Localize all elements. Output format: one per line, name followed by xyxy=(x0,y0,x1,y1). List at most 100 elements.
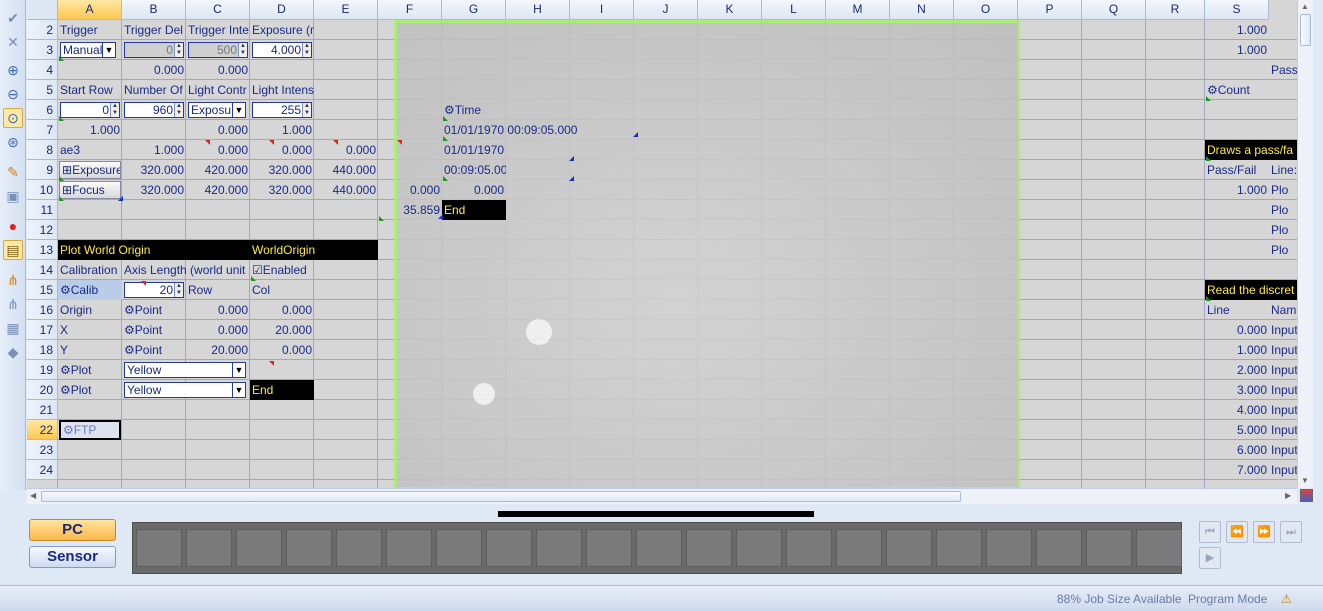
film-frame[interactable] xyxy=(336,529,382,567)
column-header-J[interactable]: J xyxy=(634,0,698,20)
cell-G6[interactable]: ⚙Time xyxy=(442,100,506,120)
spin-input-D3[interactable]: 4.000 ▲ ▼ xyxy=(252,42,312,58)
zoom-fit-icon[interactable]: ⊙ xyxy=(3,108,23,128)
spin-arrows-icon[interactable]: ▲ ▼ xyxy=(174,43,183,57)
cell-E9[interactable]: 440.000 xyxy=(314,160,378,180)
cell-T13[interactable]: Plo xyxy=(1269,240,1297,260)
cell-C2[interactable]: Trigger Inte xyxy=(186,20,250,40)
column-header-M[interactable]: M xyxy=(826,0,890,20)
film-frame[interactable] xyxy=(486,529,532,567)
cell-A19[interactable]: ⚙Plot xyxy=(58,360,122,380)
row-header-21[interactable]: 21 xyxy=(27,400,58,420)
cell-A20[interactable]: ⚙Plot xyxy=(58,380,122,400)
record-icon[interactable]: ● xyxy=(3,216,23,236)
cell-B18[interactable]: ⚙Point xyxy=(122,340,186,360)
row-header-15[interactable]: 15 xyxy=(27,280,58,300)
row-header-5[interactable]: 5 xyxy=(27,80,58,100)
row-header-19[interactable]: 19 xyxy=(27,360,58,380)
chevron-down-icon[interactable]: ▼ xyxy=(232,363,245,377)
play-icon[interactable]: ▶ xyxy=(1199,547,1221,569)
column-header-S[interactable]: S xyxy=(1205,0,1269,20)
cell-S22[interactable]: 5.000 xyxy=(1205,420,1269,440)
column-header-N[interactable]: N xyxy=(890,0,954,20)
cell-G10[interactable]: 0.000 xyxy=(442,180,506,200)
next-frame-icon[interactable]: ⏩ xyxy=(1253,521,1275,543)
column-header-K[interactable]: K xyxy=(698,0,762,20)
cell-S18[interactable]: 1.000 xyxy=(1205,340,1269,360)
cell-S8[interactable]: Draws a pass/fa xyxy=(1205,140,1297,160)
diamond-icon[interactable]: ◆ xyxy=(3,342,23,362)
film-frame[interactable] xyxy=(786,529,832,567)
row-header-9[interactable]: 9 xyxy=(27,160,58,180)
sensor-button[interactable]: Sensor xyxy=(29,546,116,568)
tree-icon[interactable]: ⋔ xyxy=(3,270,23,290)
row-header-14[interactable]: 14 xyxy=(27,260,58,280)
cell-D8[interactable]: 0.000 xyxy=(250,140,314,160)
cell-T16[interactable]: Nam xyxy=(1269,300,1297,320)
cell-D20[interactable]: End xyxy=(250,380,314,400)
row-header-10[interactable]: 10 xyxy=(27,180,58,200)
cell-S9[interactable]: Pass/Fail xyxy=(1205,160,1269,180)
film-frame[interactable] xyxy=(936,529,982,567)
cell-S10[interactable]: 1.000 xyxy=(1205,180,1269,200)
column-header-Q[interactable]: Q xyxy=(1082,0,1146,20)
cell-S15[interactable]: Read the discret xyxy=(1205,280,1297,300)
horizontal-scroll-thumb[interactable] xyxy=(41,491,961,502)
selected-cell-A22[interactable]: ⚙FTP xyxy=(59,420,121,440)
row-header-8[interactable]: 8 xyxy=(27,140,58,160)
spin-arrows-icon[interactable]: ▲ ▼ xyxy=(174,283,183,297)
cell-B9[interactable]: 320.000 xyxy=(122,160,186,180)
film-frame[interactable] xyxy=(1036,529,1082,567)
zoom-out-icon[interactable]: ⊖ xyxy=(3,84,23,104)
cell-S21[interactable]: 4.000 xyxy=(1205,400,1269,420)
film-frame[interactable] xyxy=(136,529,182,567)
column-header-A[interactable]: A xyxy=(58,0,122,20)
zoom-in-icon[interactable]: ⊕ xyxy=(3,60,23,80)
grid-corner[interactable] xyxy=(27,0,58,20)
cell-T19[interactable]: Input xyxy=(1269,360,1297,380)
cell-G7[interactable]: 01/01/1970 00:09:05.000 xyxy=(442,120,634,140)
cell-D18[interactable]: 0.000 xyxy=(250,340,314,360)
cell-S20[interactable]: 3.000 xyxy=(1205,380,1269,400)
cell-G9[interactable]: 00:09:05.000 xyxy=(442,160,506,180)
grid-options-icon[interactable] xyxy=(1300,489,1313,502)
column-header-D[interactable]: D xyxy=(250,0,314,20)
spreadsheet-grid[interactable]: Trigger Trigger Del Trigger Inte Exposure (… xyxy=(27,0,1297,488)
chevron-down-icon[interactable]: ▼ xyxy=(232,383,245,397)
cell-T21[interactable]: Input xyxy=(1269,400,1297,420)
cell-C16[interactable]: 0.000 xyxy=(186,300,250,320)
cell-C4[interactable]: 0.000 xyxy=(186,60,250,80)
cell-D2[interactable]: Exposure (msec) xyxy=(250,20,314,40)
column-header-I[interactable]: I xyxy=(570,0,634,20)
cell-button-A10[interactable]: ⊞Focus xyxy=(59,181,121,199)
enabled-checkbox[interactable]: ☑Enabled xyxy=(250,260,314,280)
tree2-icon[interactable]: ⋔ xyxy=(3,294,23,314)
column-header-C[interactable]: C xyxy=(186,0,250,20)
cell-A13[interactable]: Plot World Origin xyxy=(58,240,250,260)
scroll-up-icon[interactable]: ▲ xyxy=(1301,2,1309,11)
cell-E8[interactable]: 0.000 xyxy=(314,140,378,160)
filmstrip[interactable] xyxy=(132,522,1182,574)
cell-B16[interactable]: ⚙Point xyxy=(122,300,186,320)
row-header-12[interactable]: 12 xyxy=(27,220,58,240)
row-header-2[interactable]: 2 xyxy=(27,20,58,40)
spin-arrows-icon[interactable]: ▲ ▼ xyxy=(302,103,311,117)
cell-S3[interactable]: 1.000 xyxy=(1205,40,1269,60)
zoom-region-icon[interactable]: ⊛ xyxy=(3,132,23,152)
splitter-bar[interactable] xyxy=(498,511,814,517)
pc-button[interactable]: PC xyxy=(29,519,116,541)
row-header-16[interactable]: 16 xyxy=(27,300,58,320)
cell-B4[interactable]: 0.000 xyxy=(122,60,186,80)
cell-S24[interactable]: 7.000 xyxy=(1205,460,1269,480)
column-header-H[interactable]: H xyxy=(506,0,570,20)
cell-C5[interactable]: Light Contr xyxy=(186,80,250,100)
cell-B10[interactable]: 320.000 xyxy=(122,180,186,200)
cell-C8[interactable]: 0.000 xyxy=(186,140,250,160)
dropdown-C6[interactable]: Exposu ▼ xyxy=(188,102,246,118)
spin-arrows-icon[interactable]: ▲ ▼ xyxy=(238,43,247,57)
film-frame[interactable] xyxy=(186,529,232,567)
film-frame[interactable] xyxy=(1086,529,1132,567)
cell-A15[interactable]: ⚙Calib xyxy=(58,280,122,300)
spin-input-B15[interactable]: 20 ▲ ▼ xyxy=(124,282,184,298)
cell-C10[interactable]: 420.000 xyxy=(186,180,250,200)
